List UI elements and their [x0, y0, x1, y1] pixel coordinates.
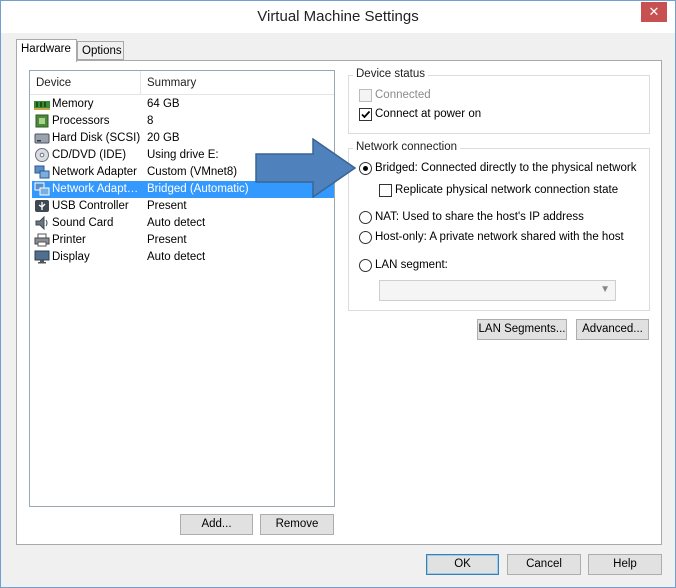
column-divider[interactable] [140, 71, 141, 95]
device-name: Hard Disk (SCSI) [52, 132, 140, 144]
replicate-state-label: Replicate physical network connection st… [395, 184, 619, 196]
replicate-state-checkbox[interactable] [379, 184, 392, 197]
device-summary: Using drive E: [147, 149, 219, 161]
network-connection-label: Network connection [353, 141, 460, 153]
device-status-group [348, 75, 650, 134]
processor-icon [35, 114, 49, 128]
connected-label: Connected [375, 89, 431, 101]
device-summary: 64 GB [147, 98, 180, 110]
host-only-radio[interactable] [359, 231, 372, 244]
nat-label: NAT: Used to share the host's IP address [375, 211, 584, 223]
sound-card-icon [35, 216, 48, 230]
help-button[interactable]: Help [588, 554, 662, 575]
lan-segment-label: LAN segment: [375, 259, 448, 271]
printer-icon [34, 233, 50, 247]
chevron-down-icon: ▼ [600, 284, 610, 295]
device-summary: Custom (VMnet8) [147, 166, 238, 178]
device-name: CD/DVD (IDE) [52, 149, 127, 161]
dialog-window: Virtual Machine Settings ✕ Hardware Opti… [0, 0, 676, 588]
annotation-arrow-icon [255, 138, 357, 198]
hard-disk-icon [34, 133, 50, 144]
memory-icon [34, 101, 50, 110]
device-row-usb-controller[interactable]: USB Controller Present [32, 198, 334, 215]
device-summary: 20 GB [147, 132, 180, 144]
ok-button[interactable]: OK [426, 554, 499, 575]
connect-at-power-on-checkbox[interactable] [359, 108, 372, 121]
checkmark-icon [361, 110, 371, 119]
device-name: Printer [52, 234, 86, 246]
advanced-button[interactable]: Advanced... [576, 319, 649, 340]
device-row-sound-card[interactable]: Sound Card Auto detect [32, 215, 334, 232]
device-summary: Auto detect [147, 251, 206, 263]
add-button[interactable]: Add... [180, 514, 253, 535]
display-icon [34, 250, 50, 264]
cd-dvd-icon [35, 148, 49, 162]
network-adapter-icon [34, 182, 50, 196]
network-adapter-icon [34, 165, 50, 179]
device-name: Memory [52, 98, 94, 110]
device-summary: 8 [147, 115, 154, 127]
lan-segment-select[interactable]: ▼ [379, 280, 616, 301]
list-header: Device Summary [30, 71, 334, 95]
device-row-display[interactable]: Display Auto detect [32, 249, 334, 266]
device-status-label: Device status [353, 68, 429, 80]
lan-segment-radio[interactable] [359, 259, 372, 272]
usb-icon [35, 200, 49, 212]
device-row-printer[interactable]: Printer Present [32, 232, 334, 249]
host-only-label: Host-only: A private network shared with… [375, 231, 624, 243]
cancel-button[interactable]: Cancel [507, 554, 581, 575]
column-header-device[interactable]: Device [36, 77, 71, 89]
device-row-memory[interactable]: Memory 64 GB [32, 96, 334, 113]
bridged-label: Bridged: Connected directly to the physi… [375, 162, 637, 174]
close-icon: ✕ [648, 4, 660, 19]
device-name: Processors [52, 115, 110, 127]
device-summary: Present [147, 200, 187, 212]
connected-checkbox[interactable] [359, 89, 372, 102]
title-bar: Virtual Machine Settings ✕ [1, 1, 675, 33]
device-summary: Auto detect [147, 217, 206, 229]
tab-options[interactable]: Options [77, 41, 124, 60]
connect-at-power-on-label: Connect at power on [375, 108, 482, 120]
device-list[interactable]: Device Summary Memory 64 GB Processors 8… [29, 70, 335, 507]
nat-radio[interactable] [359, 211, 372, 224]
window-title: Virtual Machine Settings [257, 8, 419, 25]
device-name: USB Controller [52, 200, 129, 212]
device-name: Sound Card [52, 217, 114, 229]
device-summary: Present [147, 234, 187, 246]
device-name: Network Adapter [52, 166, 138, 178]
device-summary: Bridged (Automatic) [147, 183, 249, 195]
close-button[interactable]: ✕ [641, 2, 667, 22]
lan-segments-button[interactable]: LAN Segments... [477, 319, 567, 340]
bridged-radio[interactable] [359, 162, 372, 175]
remove-button[interactable]: Remove [260, 514, 334, 535]
device-row-processors[interactable]: Processors 8 [32, 113, 334, 130]
device-name: Display [52, 251, 90, 263]
tab-hardware[interactable]: Hardware [16, 39, 77, 62]
device-name: Network Adapt… [52, 183, 139, 195]
column-header-summary[interactable]: Summary [147, 77, 196, 89]
